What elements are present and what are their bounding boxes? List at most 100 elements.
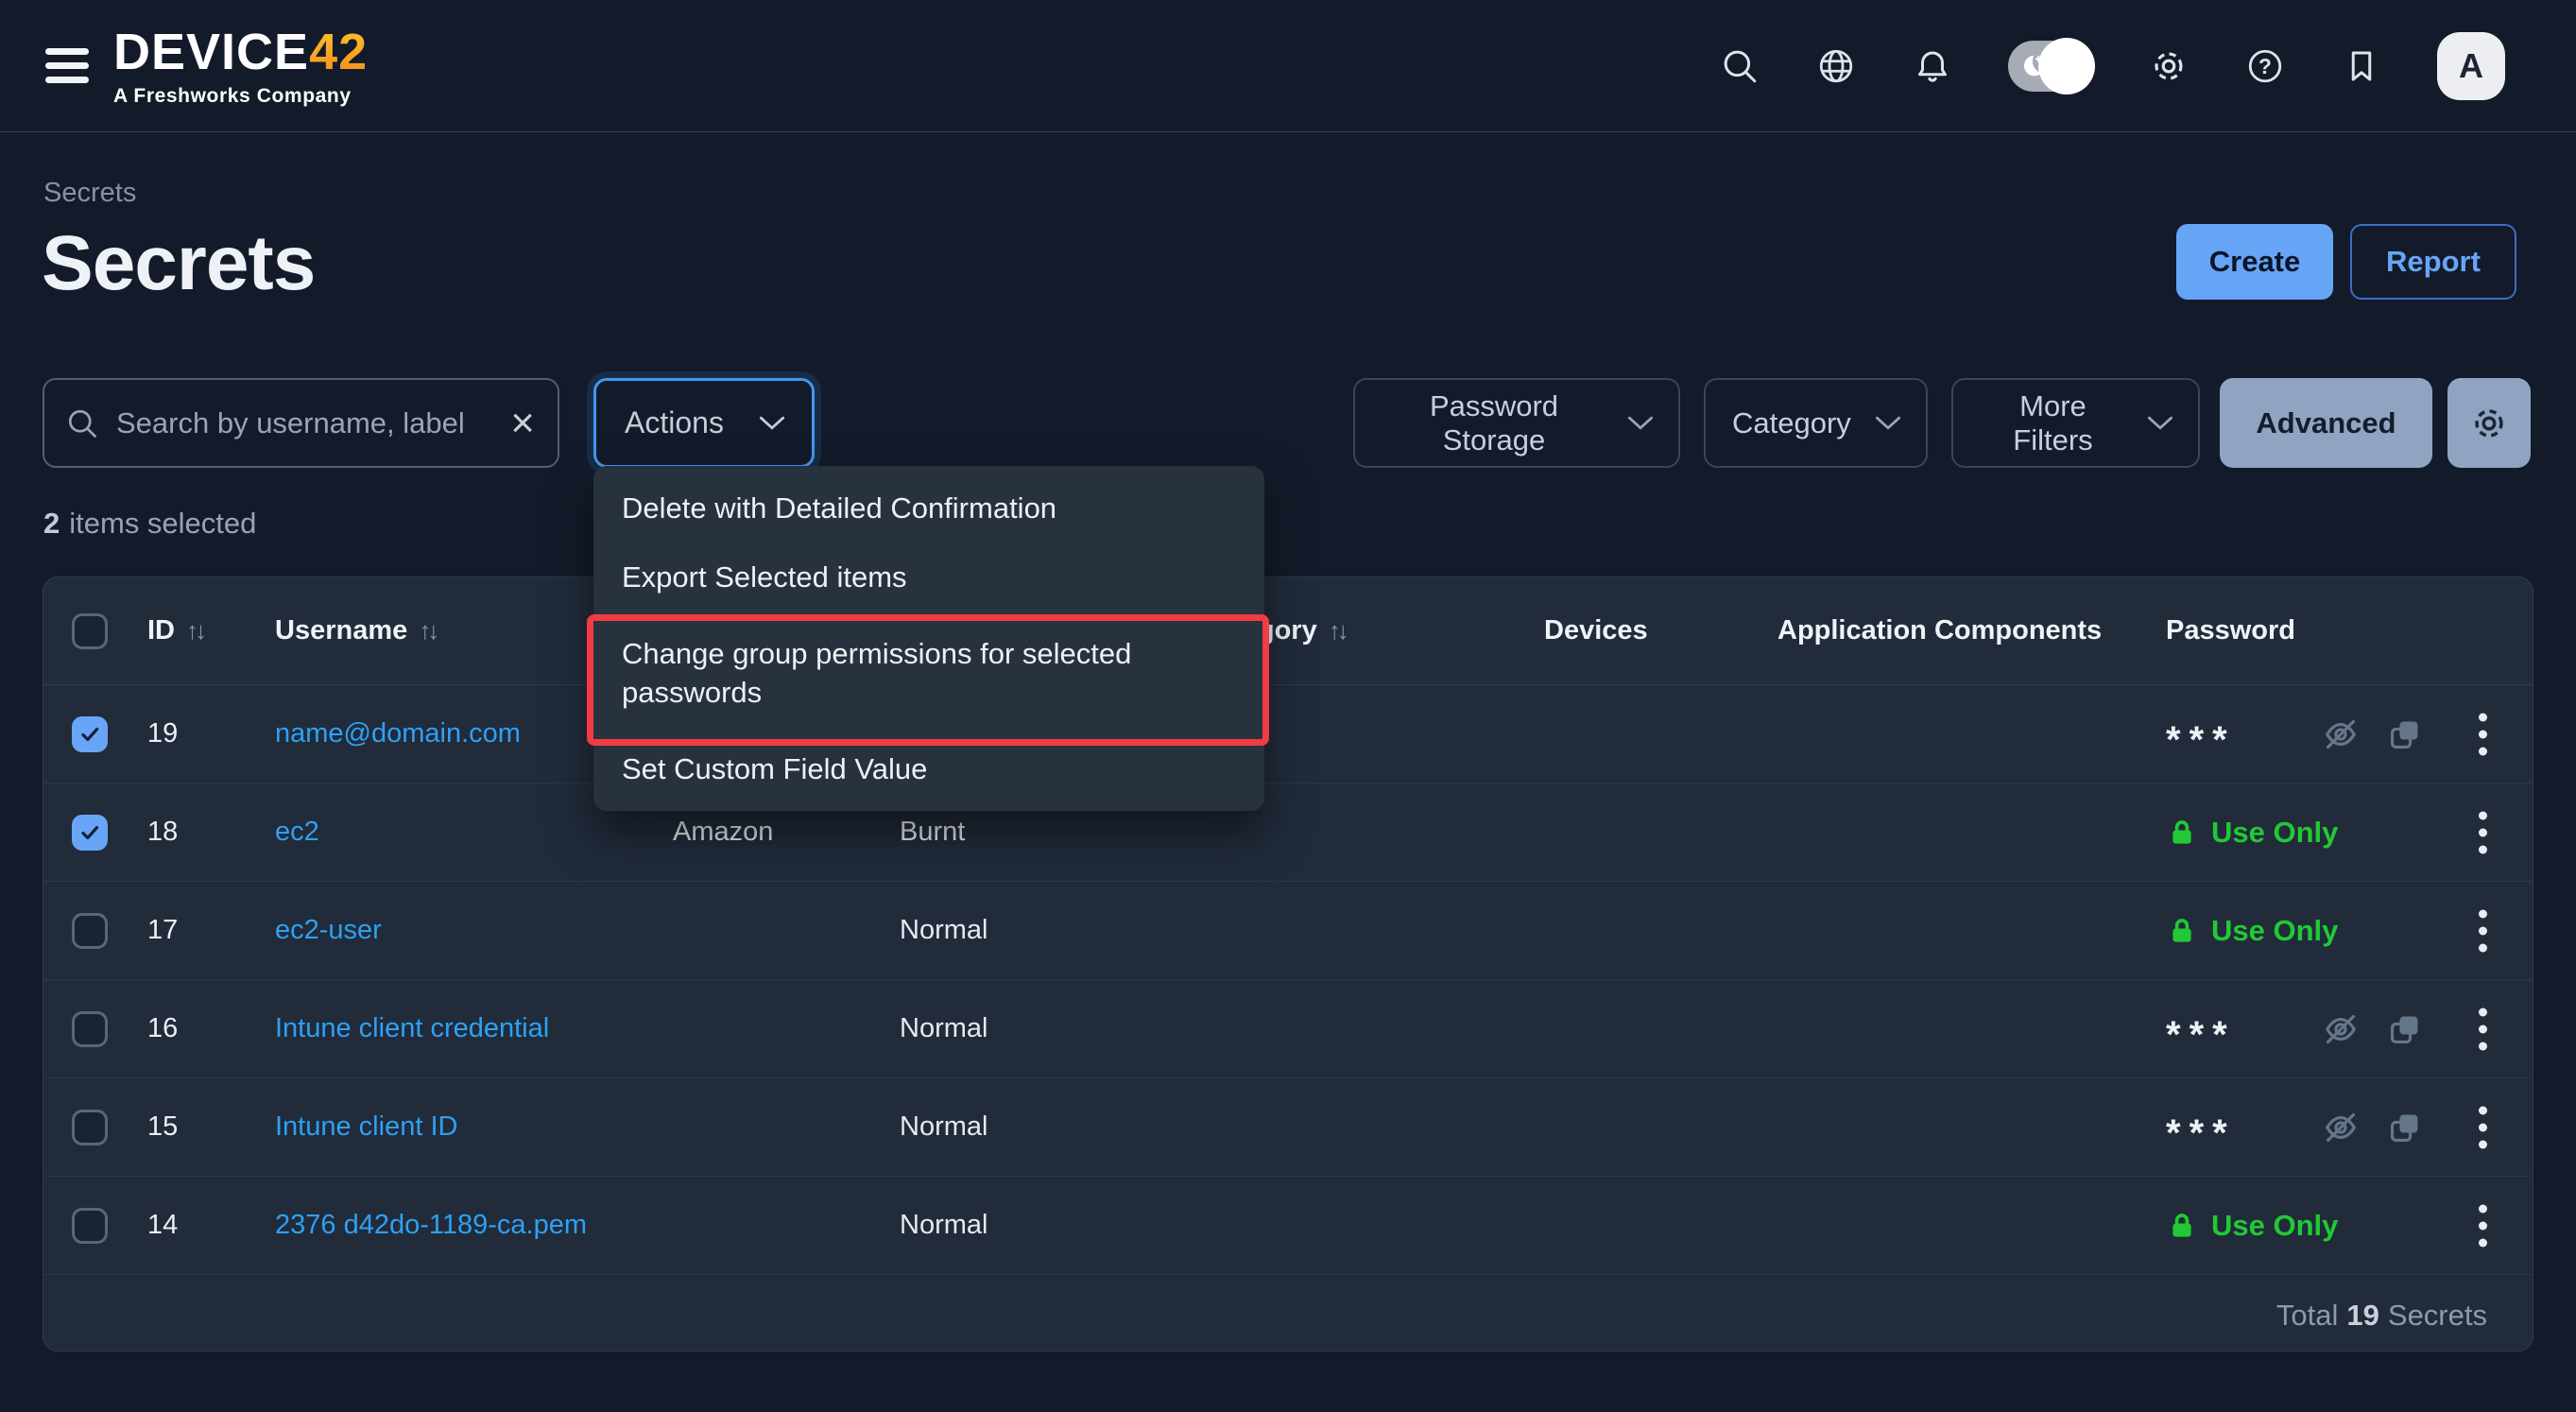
cell-password: *** [2123,685,2533,783]
search-icon[interactable] [1719,45,1760,87]
eye-off-icon[interactable] [2323,1011,2359,1047]
report-button[interactable]: Report [2350,224,2516,300]
gear-icon [2469,404,2509,443]
cell-id: 14 [147,1210,275,1241]
username-link[interactable]: Intune client credential [275,1013,549,1044]
actions-menu: Delete with Detailed Confirmation Export… [593,466,1264,811]
row-checkbox[interactable] [72,1011,108,1047]
cell-field-a: Amazon [673,817,900,848]
username-link[interactable]: ec2-user [275,915,382,946]
advanced-button[interactable]: Advanced [2220,378,2432,468]
username-link[interactable]: name@domain.com [275,718,521,749]
bell-icon[interactable] [1912,45,1953,87]
clear-search-icon[interactable]: × [510,403,535,444]
cell-field-b: Normal [900,915,1198,946]
selection-status: 2items selected [43,507,256,541]
help-icon[interactable]: ? [2244,45,2286,87]
row-actions-kebab[interactable] [2475,709,2491,759]
username-link[interactable]: Intune client ID [275,1111,457,1143]
row-checkbox[interactable] [72,913,108,949]
username-link[interactable]: ec2 [275,817,319,848]
hamburger-menu-button[interactable] [45,48,89,83]
gear-icon[interactable] [2148,45,2190,87]
row-actions-kebab[interactable] [2475,1200,2491,1250]
chevron-down-icon [759,415,785,431]
chevron-down-icon [1627,415,1654,431]
filter-more-filters[interactable]: More Filters [1951,378,2200,468]
menu-item-change-group-permissions[interactable]: Change group permissions for selected pa… [593,611,1264,734]
column-header-application-components[interactable]: Application Components [1735,615,2123,646]
row-checkbox[interactable] [72,1208,108,1244]
toggle-knob [2038,38,2095,95]
select-all-checkbox[interactable] [72,613,108,649]
username-link[interactable]: 2376 d42do-1189-ca.pem [275,1210,587,1241]
table-header-row: ID↑↓ Username↑↓ Category↑↓ Devices Appli… [43,577,2533,685]
cell-password: *** [2123,980,2533,1077]
create-button[interactable]: Create [2176,224,2333,300]
avatar[interactable]: A [2437,32,2505,100]
cell-field-b: Normal [900,1210,1198,1241]
bookmark-icon[interactable] [2341,45,2382,87]
copy-icon[interactable] [2387,716,2423,752]
filter-password-storage[interactable]: Password Storage [1353,378,1680,468]
lock-icon [2166,817,2198,849]
cell-password: *** [2123,1078,2533,1176]
theme-toggle[interactable] [2008,41,2093,92]
row-checkbox[interactable] [72,815,108,851]
menu-item-export-selected-items[interactable]: Export Selected items [593,542,1264,611]
row-actions-kebab[interactable] [2475,1102,2491,1152]
masked-password: *** [2166,1112,2236,1155]
total-count: 19 [2346,1299,2379,1333]
copy-icon[interactable] [2387,1110,2423,1145]
toolbar: × Actions Password Storage Category More… [0,378,2576,468]
logo-text: DEVICE42 [113,26,368,77]
search-box[interactable]: × [43,378,559,468]
secrets-table: ID↑↓ Username↑↓ Category↑↓ Devices Appli… [43,577,2533,1352]
row-checkbox[interactable] [72,716,108,752]
column-header-devices[interactable]: Devices [1502,615,1735,646]
search-input[interactable] [116,406,503,440]
lock-icon [2166,915,2198,947]
topbar: DEVICE42 A Freshworks Company ? A [0,0,2576,132]
use-only-badge: Use Only [2166,914,2338,948]
globe-icon[interactable] [1815,45,1857,87]
use-only-badge: Use Only [2166,816,2338,850]
cell-id: 15 [147,1111,275,1143]
menu-item-delete-with-detailed-confirmation[interactable]: Delete with Detailed Confirmation [593,474,1264,542]
device42-logo[interactable]: DEVICE42 A Freshworks Company [113,26,368,106]
sort-icon: ↑↓ [1329,616,1346,646]
column-header-password[interactable]: Password [2123,615,2533,646]
copy-icon[interactable] [2387,1011,2423,1047]
breadcrumb[interactable]: Secrets [43,178,136,209]
chevron-down-icon [2147,415,2173,431]
menu-item-set-custom-field-value[interactable]: Set Custom Field Value [593,734,1264,803]
row-checkbox[interactable] [72,1110,108,1145]
filter-category[interactable]: Category [1704,378,1928,468]
masked-password: *** [2166,1014,2236,1057]
row-actions-kebab[interactable] [2475,807,2491,857]
lock-icon [2166,1210,2198,1242]
row-actions-kebab[interactable] [2475,905,2491,956]
svg-text:?: ? [2258,54,2272,78]
table-row: 15 Intune client ID Normal *** [43,1078,2533,1177]
use-only-badge: Use Only [2166,1209,2338,1243]
chevron-down-icon [1875,415,1901,431]
sort-icon: ↑↓ [186,616,203,646]
masked-password: *** [2166,719,2236,762]
eye-off-icon[interactable] [2323,716,2359,752]
eye-off-icon[interactable] [2323,1110,2359,1145]
actions-dropdown-button[interactable]: Actions [593,378,815,468]
cell-id: 18 [147,817,275,848]
table-row: 14 2376 d42do-1189-ca.pem Normal Use Onl… [43,1177,2533,1275]
table-row: 19 name@domain.com *** [43,685,2533,783]
logo-tagline: A Freshworks Company [113,86,368,106]
cell-password: Use Only [2123,1177,2533,1274]
column-header-id[interactable]: ID↑↓ [147,615,275,646]
page-actions: Create Report [2176,224,2516,300]
table-row: 17 ec2-user Normal Use Only [43,882,2533,980]
table-settings-button[interactable] [2447,378,2531,468]
cell-id: 19 [147,718,275,749]
cell-field-b: Burnt [900,817,1198,848]
row-actions-kebab[interactable] [2475,1004,2491,1054]
search-icon [65,406,99,440]
